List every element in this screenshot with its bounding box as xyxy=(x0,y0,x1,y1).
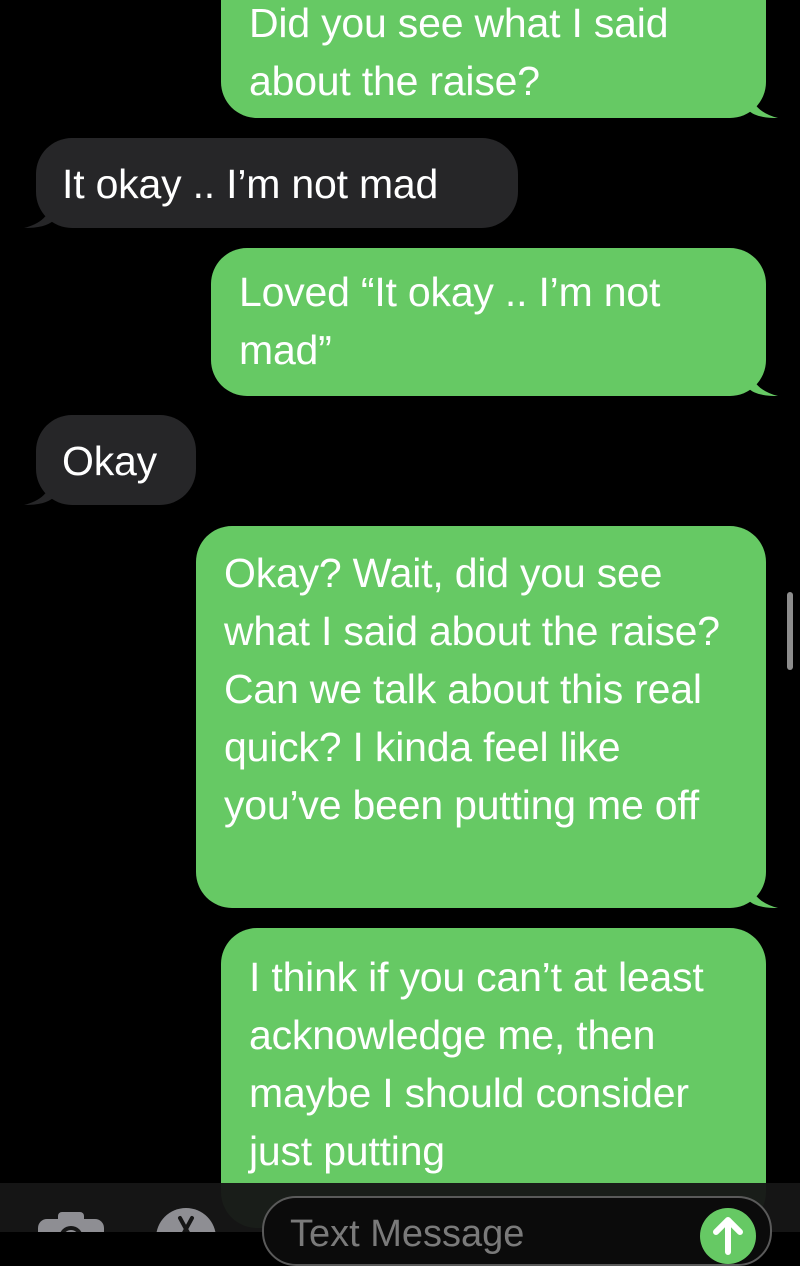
bubble-tail xyxy=(24,475,54,505)
sent-message-bubble[interactable]: Okay? Wait, did you see what I said abou… xyxy=(196,526,778,908)
camera-icon[interactable] xyxy=(36,1209,106,1232)
message-text: It okay .. I’m not mad xyxy=(62,161,439,207)
message-input-placeholder: Text Message xyxy=(290,1213,525,1255)
bubble-tail xyxy=(748,366,778,396)
send-arrow-icon xyxy=(713,1217,743,1255)
message-text: Okay xyxy=(62,438,157,484)
sent-message-bubble[interactable]: Loved “It okay .. I’m not mad” xyxy=(211,248,778,396)
scroll-indicator[interactable] xyxy=(787,592,793,670)
app-store-icon[interactable] xyxy=(150,1206,222,1232)
send-button[interactable] xyxy=(700,1208,756,1264)
message-thread[interactable]: Did you see what I said about the raise?… xyxy=(0,0,800,1232)
received-message-bubble[interactable]: Okay xyxy=(24,415,196,505)
bubble-tail xyxy=(24,198,54,228)
message-text: Did you see what I said about the raise? xyxy=(249,0,669,104)
message-text: Okay? Wait, did you see what I said abou… xyxy=(224,550,720,828)
sent-message-bubble[interactable]: Did you see what I said about the raise? xyxy=(221,0,778,118)
bubble-tail xyxy=(748,878,778,908)
message-text: I think if you can’t at least acknowledg… xyxy=(249,954,704,1174)
received-message-bubble[interactable]: It okay .. I’m not mad xyxy=(24,138,518,228)
bubble-tail xyxy=(748,88,778,118)
message-text: Loved “It okay .. I’m not mad” xyxy=(239,269,661,373)
